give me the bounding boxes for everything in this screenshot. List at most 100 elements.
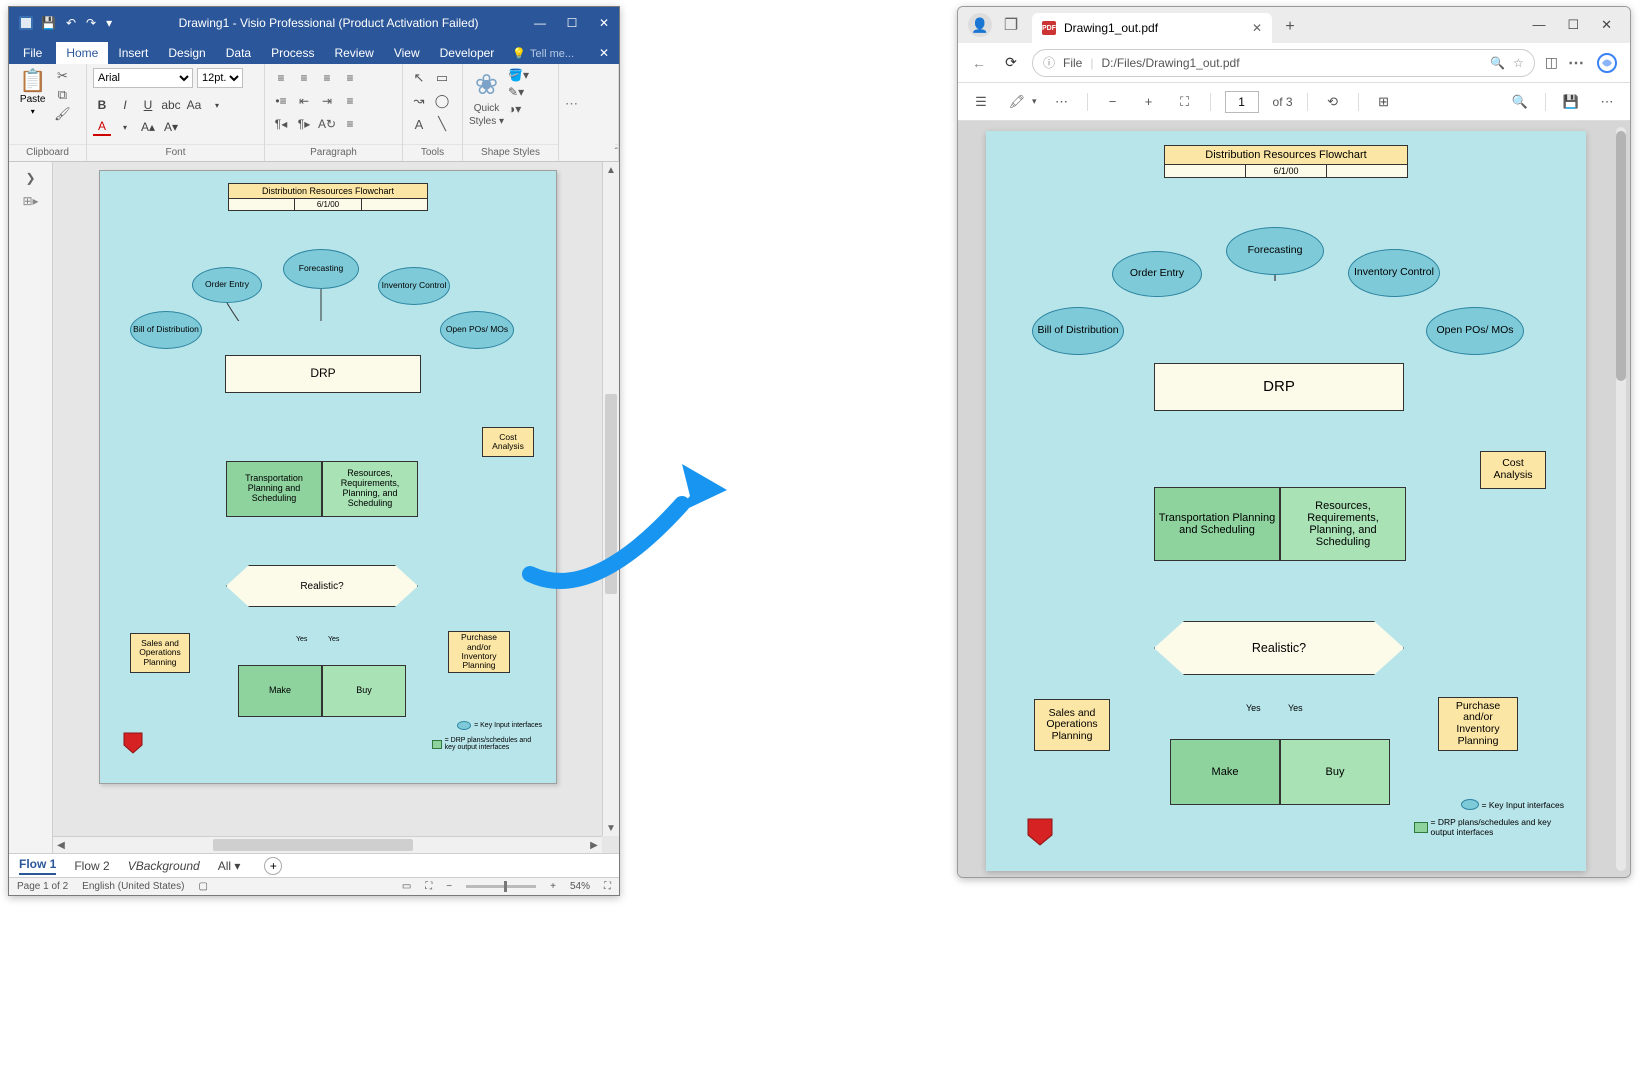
tab-close-icon[interactable]: ✕: [1252, 21, 1262, 35]
more-tools-icon[interactable]: ⋯: [1051, 94, 1073, 110]
qat-redo-icon[interactable]: ↷: [86, 16, 96, 30]
qat-customize-icon[interactable]: ▾: [106, 16, 112, 30]
profile-icon[interactable]: 👤: [968, 13, 992, 37]
more-icon[interactable]: ⋯: [1568, 53, 1584, 73]
zoom-in-icon[interactable]: +: [1138, 94, 1160, 109]
font-color-button[interactable]: A: [93, 118, 111, 136]
sheet-flow1[interactable]: Flow 1: [19, 857, 56, 875]
align-top-icon[interactable]: ≡: [340, 68, 360, 88]
zoom-in-icon[interactable]: +: [550, 881, 556, 892]
shapes-pane[interactable]: ❯ ⊞▸: [9, 162, 53, 853]
tab-design[interactable]: Design: [158, 42, 215, 64]
presentation-mode-icon[interactable]: ▭: [402, 881, 411, 892]
tab-review[interactable]: Review: [324, 42, 383, 64]
new-tab-button[interactable]: +: [1276, 13, 1304, 41]
indent-left-icon[interactable]: ⇤: [294, 91, 314, 111]
find-icon[interactable]: 🔍: [1509, 94, 1531, 110]
line-tool-icon[interactable]: ╲: [432, 114, 452, 134]
close-icon[interactable]: ✕: [1601, 17, 1612, 33]
workspaces-icon[interactable]: ❐: [1000, 14, 1022, 36]
scroll-thumb[interactable]: [213, 839, 413, 851]
sheet-flow2[interactable]: Flow 2: [74, 859, 109, 873]
contents-icon[interactable]: ☰: [970, 94, 992, 110]
quick-styles-button[interactable]: ❀ Quick Styles ▾: [469, 68, 504, 127]
indent-right-icon[interactable]: ⇥: [317, 91, 337, 111]
scroll-up-icon[interactable]: ▲: [603, 162, 619, 178]
change-case-button[interactable]: Aa: [185, 96, 203, 114]
align-center-icon[interactable]: ≡: [294, 68, 314, 88]
chevron-down-icon[interactable]: ▾: [208, 96, 226, 114]
shrink-font-button[interactable]: A▾: [162, 118, 180, 136]
maximize-icon[interactable]: ☐: [565, 16, 579, 30]
ltr-icon[interactable]: ¶▸: [294, 114, 314, 134]
tab-developer[interactable]: Developer: [430, 42, 505, 64]
fit-page-icon[interactable]: ⛶: [425, 881, 432, 892]
rotate-text-icon[interactable]: A↻: [317, 114, 337, 134]
scroll-left-icon[interactable]: ◀: [53, 837, 69, 853]
pointer-tool-icon[interactable]: ↖: [409, 68, 429, 88]
copilot-icon[interactable]: [1594, 50, 1620, 76]
effects-button[interactable]: ◑▾: [508, 102, 529, 116]
format-painter-icon[interactable]: 🖌: [54, 106, 70, 122]
toolbar-more-icon[interactable]: ⋯: [1596, 94, 1618, 110]
bullets-icon[interactable]: •≡: [271, 91, 291, 111]
qat-undo-icon[interactable]: ↶: [66, 16, 76, 30]
minimize-icon[interactable]: —: [1532, 17, 1545, 33]
sheet-all[interactable]: All ▾: [218, 859, 241, 873]
align-right-icon[interactable]: ≡: [317, 68, 337, 88]
zoom-out-icon[interactable]: −: [446, 881, 452, 892]
strike-button[interactable]: abc: [162, 96, 180, 114]
page-view-icon[interactable]: ⊞: [1373, 94, 1395, 110]
text-tool-icon[interactable]: A: [409, 114, 429, 134]
close-icon[interactable]: ✕: [597, 16, 611, 30]
font-size-select[interactable]: 12pt.: [197, 68, 243, 88]
add-sheet-button[interactable]: +: [264, 857, 282, 875]
macro-record-icon[interactable]: ▢: [198, 881, 207, 892]
scroll-thumb[interactable]: [1616, 131, 1626, 381]
sheet-vbackground[interactable]: VBackground: [128, 859, 200, 873]
align-left-icon[interactable]: ≡: [271, 68, 291, 88]
pdf-viewport[interactable]: Distribution Resources Flowchart 6/1/00 …: [958, 121, 1630, 877]
underline-button[interactable]: U: [139, 96, 157, 114]
paste-button[interactable]: 📋 Paste ▾: [15, 68, 50, 118]
chevron-down-icon[interactable]: ▾: [1032, 96, 1037, 107]
cut-icon[interactable]: ✂: [54, 68, 70, 84]
ribbon-collapse-icon[interactable]: ✕: [589, 42, 619, 64]
bold-button[interactable]: B: [93, 96, 111, 114]
zoom-indicator-icon[interactable]: 🔍: [1490, 56, 1505, 70]
rectangle-tool-icon[interactable]: ▭: [432, 68, 452, 88]
copy-icon[interactable]: ⧉: [54, 87, 70, 103]
grow-font-button[interactable]: A▴: [139, 118, 157, 136]
horizontal-scrollbar[interactable]: ◀▶: [53, 836, 602, 853]
maximize-icon[interactable]: ☐: [1567, 17, 1579, 33]
page-input[interactable]: [1225, 91, 1259, 113]
save-icon[interactable]: 💾: [1560, 94, 1582, 110]
refresh-icon[interactable]: ⟳: [1000, 52, 1022, 74]
pdf-scrollbar[interactable]: [1616, 127, 1626, 871]
zoom-slider[interactable]: [466, 885, 536, 888]
tab-view[interactable]: View: [384, 42, 430, 64]
tab-home[interactable]: Home: [56, 42, 108, 64]
align-bottom-icon[interactable]: ≡: [340, 114, 360, 134]
minimize-icon[interactable]: —: [533, 16, 547, 30]
chevron-down-icon[interactable]: ▾: [116, 118, 134, 136]
rotate-icon[interactable]: ⟲: [1322, 94, 1344, 110]
fit-icon[interactable]: ⛶: [1174, 94, 1196, 110]
font-name-select[interactable]: Arial: [93, 68, 193, 88]
favorite-icon[interactable]: ☆: [1513, 56, 1524, 70]
browser-tab[interactable]: PDF Drawing1_out.pdf ✕: [1032, 13, 1272, 43]
connector-tool-icon[interactable]: ↝: [409, 91, 429, 111]
align-middle-icon[interactable]: ≡: [340, 91, 360, 111]
highlight-icon[interactable]: 🖍: [1006, 94, 1028, 110]
tab-data[interactable]: Data: [216, 42, 261, 64]
ellipse-tool-icon[interactable]: ◯: [432, 91, 452, 111]
collapse-ribbon-icon[interactable]: ˆ: [615, 144, 618, 161]
fit-window-icon[interactable]: ⛶: [604, 881, 611, 892]
tell-me[interactable]: 💡Tell me...: [504, 43, 582, 64]
italic-button[interactable]: I: [116, 96, 134, 114]
split-screen-icon[interactable]: ◫: [1545, 54, 1558, 71]
zoom-out-icon[interactable]: −: [1102, 94, 1124, 109]
scroll-right-icon[interactable]: ▶: [586, 837, 602, 853]
qat-save-icon[interactable]: 💾: [41, 16, 56, 30]
tab-insert[interactable]: Insert: [108, 42, 158, 64]
